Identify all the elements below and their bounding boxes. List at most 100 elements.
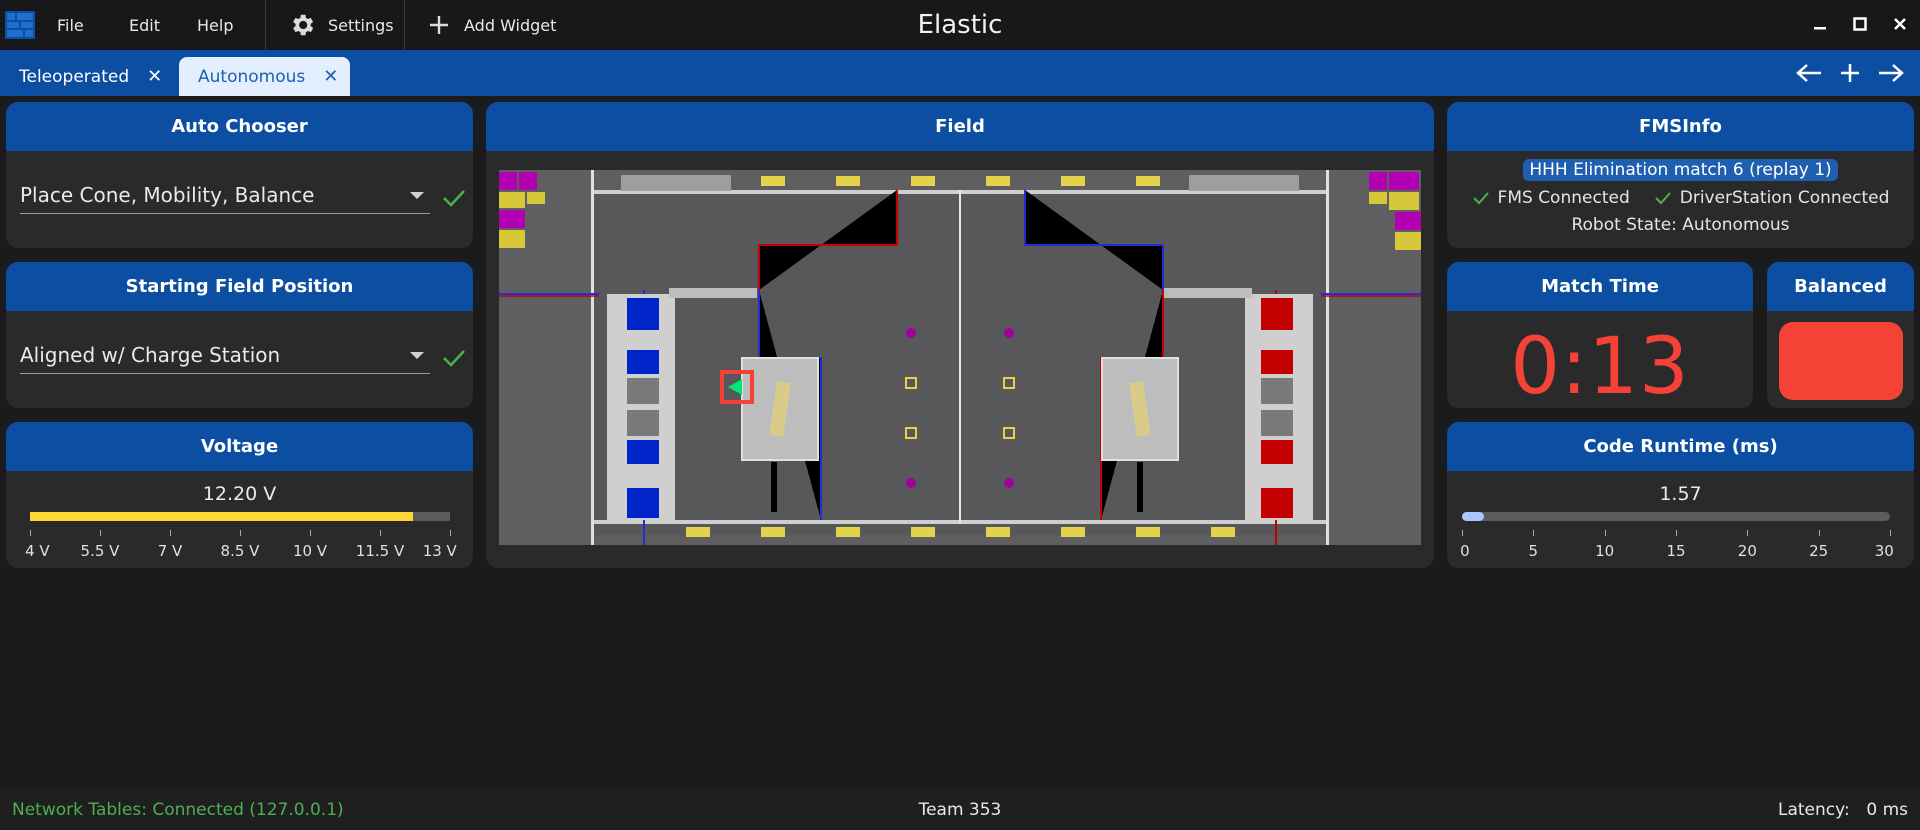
menu-help[interactable]: Help xyxy=(197,0,233,50)
tick-label: 5.5 V xyxy=(80,542,120,560)
fms-connected-label: FMS Connected xyxy=(1497,188,1630,208)
auto-chooser-dropdown[interactable]: Place Cone, Mobility, Balance xyxy=(20,180,430,214)
tick-label: 10 xyxy=(1595,542,1615,560)
code-runtime-bar-fill xyxy=(1462,512,1485,521)
app-logo-icon xyxy=(5,11,35,39)
widget-title: Balanced xyxy=(1767,262,1914,311)
menu-edit[interactable]: Edit xyxy=(129,0,160,50)
voltage-bar xyxy=(30,512,450,521)
ds-connected-label: DriverStation Connected xyxy=(1679,188,1890,208)
widget-title: Auto Chooser xyxy=(6,102,473,151)
status-bar: Network Tables: Connected (127.0.0.1) Te… xyxy=(0,790,1920,830)
code-runtime-widget: Code Runtime (ms) 1.57 0 5 10 15 20 25 30 xyxy=(1447,422,1914,568)
tick-mark xyxy=(1747,530,1749,536)
tick-label: 10 V xyxy=(292,542,328,560)
latency-value: 0 ms xyxy=(1866,800,1908,820)
starting-position-dropdown[interactable]: Aligned w/ Charge Station xyxy=(20,340,430,374)
starting-position-widget: Starting Field Position Aligned w/ Charg… xyxy=(6,262,473,408)
code-runtime-bar xyxy=(1462,512,1890,521)
match-time-widget: Match Time 0:13 xyxy=(1447,262,1753,408)
tick-mark xyxy=(1604,530,1606,536)
widget-title: Voltage xyxy=(6,422,473,471)
settings-label: Settings xyxy=(328,15,394,35)
tick-mark xyxy=(310,530,311,536)
dropdown-value: Place Cone, Mobility, Balance xyxy=(20,183,315,207)
tick-mark xyxy=(380,530,381,536)
plus-icon xyxy=(428,14,450,36)
tab-autonomous[interactable]: Autonomous ✕ xyxy=(179,57,351,96)
robot-state: Robot State: Autonomous xyxy=(1571,215,1790,235)
connection-status: FMS Connected DriverStation Connected xyxy=(1447,188,1914,208)
tab-bar: Teleoperated ✕ Autonomous ✕ xyxy=(0,50,1920,96)
arrow-right-icon[interactable] xyxy=(1876,58,1906,88)
widget-title: Starting Field Position xyxy=(6,262,473,311)
check-icon xyxy=(442,188,466,208)
check-icon xyxy=(442,348,466,368)
close-tab-icon[interactable]: ✕ xyxy=(323,66,338,87)
tick-mark xyxy=(1533,530,1535,536)
title-bar: File Edit Help Settings Add Widget Elast… xyxy=(0,0,1920,50)
field-image xyxy=(499,170,1421,549)
auto-chooser-widget: Auto Chooser Place Cone, Mobility, Balan… xyxy=(6,102,473,248)
menu-edit-label: Edit xyxy=(129,15,160,35)
tick-mark xyxy=(30,530,31,536)
tab-teleoperated[interactable]: Teleoperated ✕ xyxy=(0,57,174,96)
menu-file[interactable]: File xyxy=(57,0,84,50)
add-widget-button[interactable]: Add Widget xyxy=(428,0,556,50)
team-number: Team 353 xyxy=(918,800,1002,820)
widget-title: Field xyxy=(486,102,1434,151)
check-icon xyxy=(1472,192,1489,205)
balanced-indicator xyxy=(1779,322,1903,400)
tick-label: 30 xyxy=(1874,542,1894,560)
tick-mark xyxy=(1818,530,1820,536)
voltage-value: 12.20 V xyxy=(202,483,277,505)
tick-mark xyxy=(1676,530,1677,536)
tick-label: 5 xyxy=(1528,542,1539,560)
field-widget: Field xyxy=(486,102,1434,568)
tick-mark xyxy=(450,530,451,536)
tick-mark xyxy=(1890,530,1891,536)
tab-label: Autonomous xyxy=(198,66,306,87)
tick-label: 0 xyxy=(1460,542,1470,560)
tick-label: 13 V xyxy=(422,542,457,560)
menu-file-label: File xyxy=(57,15,84,35)
tick-mark xyxy=(1462,530,1463,536)
match-badge: HHH Elimination match 6 (replay 1) xyxy=(1523,159,1838,181)
close-window-icon[interactable] xyxy=(1888,12,1912,36)
voltage-widget: Voltage 12.20 V 4 V 5.5 V 7 V 8.5 V 10 V 11.5… xyxy=(6,422,473,568)
tick-mark xyxy=(240,530,241,536)
maximize-icon[interactable] xyxy=(1848,12,1872,36)
latency-label: Latency: xyxy=(1778,800,1850,820)
tab-label: Teleoperated xyxy=(19,66,130,87)
tick-label: 25 xyxy=(1809,542,1829,560)
add-widget-label: Add Widget xyxy=(464,15,557,35)
tick-label: 8.5 V xyxy=(220,542,260,560)
tick-label: 15 xyxy=(1666,542,1686,560)
tick-mark xyxy=(100,530,101,536)
widget-title: Match Time xyxy=(1447,262,1753,311)
settings-button[interactable]: Settings xyxy=(288,0,394,50)
code-runtime-value: 1.57 xyxy=(1659,483,1702,505)
balanced-widget: Balanced xyxy=(1767,262,1914,408)
gear-icon xyxy=(288,11,316,39)
fms-info-widget: FMSInfo HHH Elimination match 6 (replay … xyxy=(1447,102,1914,248)
match-time-value: 0:13 xyxy=(1510,322,1690,408)
widget-title: FMSInfo xyxy=(1447,102,1914,151)
menu-help-label: Help xyxy=(197,15,234,35)
close-tab-icon[interactable]: ✕ xyxy=(147,66,162,87)
tick-label: 20 xyxy=(1737,542,1757,560)
minimize-icon[interactable] xyxy=(1808,12,1832,36)
menu-divider xyxy=(265,0,266,50)
add-tab-icon[interactable] xyxy=(1835,58,1865,88)
tick-label: 4 V xyxy=(25,542,50,560)
dropdown-value: Aligned w/ Charge Station xyxy=(20,343,281,367)
chevron-down-icon xyxy=(410,192,424,199)
tick-label: 11.5 V xyxy=(355,542,405,560)
voltage-bar-fill xyxy=(30,512,413,521)
check-icon xyxy=(1655,192,1671,205)
tick-mark xyxy=(170,530,171,536)
tick-label: 7 V xyxy=(157,542,183,560)
arrow-left-icon[interactable] xyxy=(1794,58,1824,88)
menu-divider xyxy=(404,0,405,50)
widget-title: Code Runtime (ms) xyxy=(1447,422,1914,471)
